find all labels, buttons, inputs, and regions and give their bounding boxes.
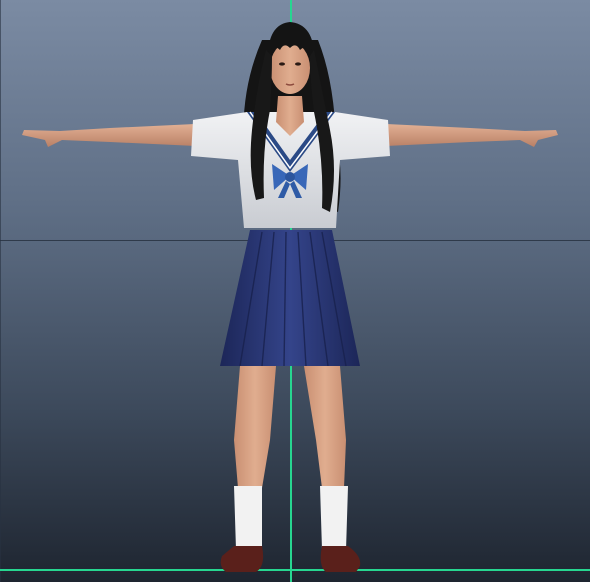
3d-viewport[interactable]: o <box>0 0 590 582</box>
left-arm <box>22 124 196 147</box>
right-leg <box>304 366 346 488</box>
right-shoe <box>320 546 361 572</box>
left-sock <box>234 486 262 550</box>
character-model[interactable] <box>0 0 590 582</box>
left-shoe <box>220 546 264 572</box>
left-leg <box>234 366 276 488</box>
pleated-skirt <box>220 230 360 366</box>
right-arm <box>386 124 558 147</box>
right-sock <box>320 486 348 550</box>
face <box>270 42 310 94</box>
